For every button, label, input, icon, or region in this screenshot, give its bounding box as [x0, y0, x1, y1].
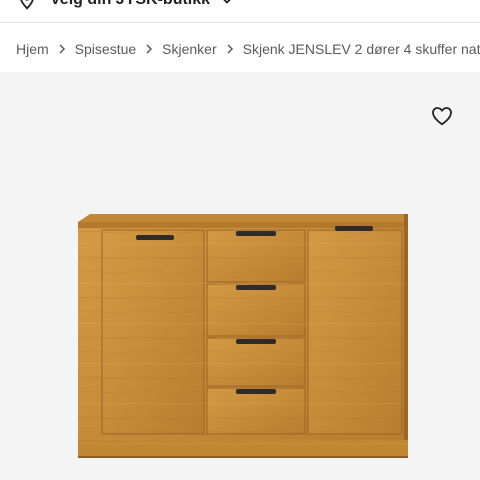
breadcrumb-item-skjenker[interactable]: Skjenker: [162, 41, 216, 57]
breadcrumb-item-current: Skjenk JENSLEV 2 dører 4 skuffer natur: [242, 41, 480, 57]
store-selector-label: Velg din JYSK-butikk: [50, 0, 210, 9]
heart-outline-icon: [431, 106, 453, 126]
chevron-down-icon: [220, 0, 234, 7]
chevron-right-icon: [145, 44, 153, 54]
header-divider: [0, 22, 480, 23]
location-pin-icon: [18, 0, 36, 10]
sideboard-image: [76, 210, 410, 470]
chevron-right-icon: [58, 44, 66, 54]
breadcrumb-item-spisestue[interactable]: Spisestue: [75, 41, 136, 57]
favorite-button[interactable]: [430, 104, 454, 128]
store-selector[interactable]: Velg din JYSK-butikk: [0, 0, 480, 14]
breadcrumb: Hjem Spisestue Skjenker Skjenk JENSLEV 2…: [16, 40, 480, 58]
breadcrumb-item-hjem[interactable]: Hjem: [16, 41, 49, 57]
chevron-right-icon: [226, 44, 234, 54]
